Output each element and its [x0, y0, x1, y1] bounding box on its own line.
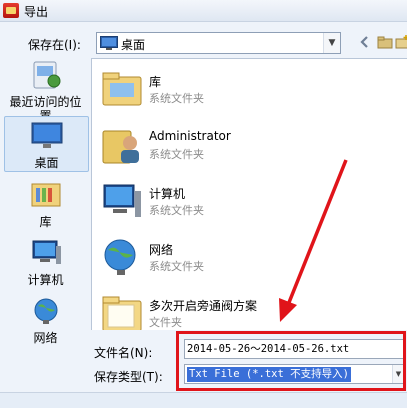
annotation-arrow — [279, 159, 348, 322]
bottom-strip — [0, 392, 407, 408]
